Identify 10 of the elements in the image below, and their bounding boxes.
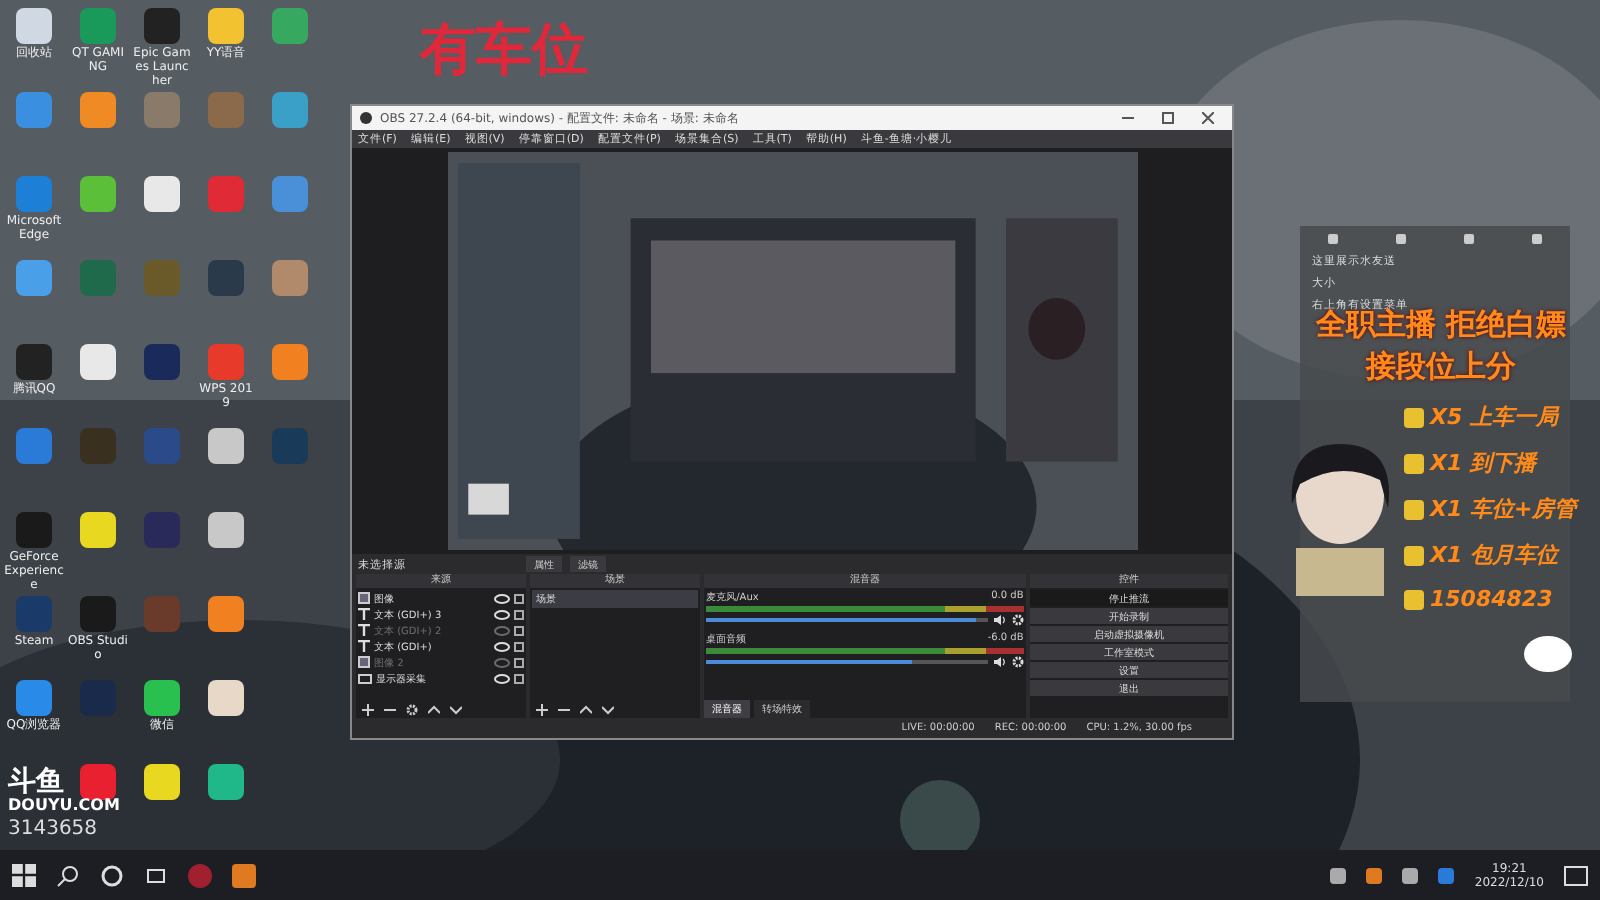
tray-icon[interactable] [1366,867,1383,883]
search-icon[interactable] [56,863,80,887]
tray-icon[interactable] [1438,867,1455,883]
app-icon[interactable] [232,863,256,887]
notification-icon[interactable] [1564,865,1588,885]
circle-icon[interactable] [100,863,124,887]
windows-icon[interactable] [12,863,36,887]
tray-icon[interactable] [1402,867,1419,883]
task-view-icon[interactable] [144,863,168,887]
tray-icon[interactable] [1330,867,1347,883]
